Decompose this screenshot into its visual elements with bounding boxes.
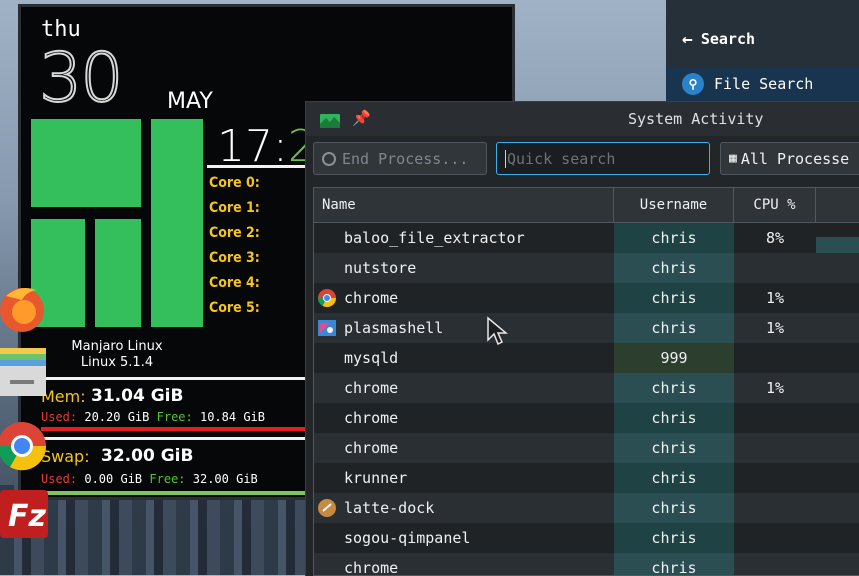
process-row[interactable]: chrome chris 1%: [314, 283, 859, 313]
core-label: Core 1:: [209, 200, 260, 216]
titlebar: 📌 System Activity: [306, 102, 859, 136]
window-title: System Activity: [628, 110, 764, 128]
process-user: chris: [614, 523, 734, 553]
process-user: chris: [614, 493, 734, 523]
process-user: chris: [614, 283, 734, 313]
process-user: 999: [614, 343, 734, 373]
core-label: Core 4:: [209, 275, 260, 291]
process-cpu: [734, 433, 816, 463]
svg-text:Fz: Fz: [8, 499, 46, 534]
process-user: chris: [614, 553, 734, 575]
back-search-row[interactable]: ← Search: [666, 22, 859, 56]
process-row[interactable]: sogou-qimpanel chris: [314, 523, 859, 553]
process-name: chrome: [344, 289, 399, 307]
process-cpu: 1%: [765, 379, 785, 397]
kernel-version: Linux 5.1.4: [80, 355, 154, 370]
process-name: krunner: [344, 469, 408, 487]
process-name: plasmashell: [344, 319, 444, 337]
file-search-icon: ⚲: [682, 73, 704, 95]
process-row[interactable]: chrome chris: [314, 553, 859, 576]
process-row[interactable]: chrome chris 1%: [314, 373, 859, 403]
launcher-panel: ← Search ⚲ File Search: [666, 0, 859, 104]
distro-name: Manjaro Linux: [71, 339, 163, 354]
arrow-left-icon: ←: [682, 28, 693, 50]
process-cpu: 1%: [765, 289, 785, 307]
chrome-icon[interactable]: [0, 420, 48, 472]
process-row[interactable]: chrome chris: [314, 403, 859, 433]
process-cpu: 8%: [765, 229, 785, 247]
process-name: latte-dock: [344, 499, 435, 517]
process-row[interactable]: latte-dock chris: [314, 493, 859, 523]
filezilla-icon[interactable]: Fz: [0, 488, 48, 540]
process-cpu: [734, 403, 816, 433]
files-icon[interactable]: [0, 348, 48, 400]
column-name[interactable]: Name: [314, 188, 614, 222]
process-name: baloo_file_extractor: [344, 229, 525, 247]
process-cpu: [734, 463, 816, 493]
quick-search-input[interactable]: Quick search: [496, 142, 710, 175]
process-row[interactable]: mysqld 999: [314, 343, 859, 373]
pin-icon[interactable]: 📌: [352, 109, 371, 127]
cpu-history-bar: [816, 237, 859, 253]
process-user: chris: [614, 433, 734, 463]
core-label: Core 5:: [209, 300, 260, 316]
process-cpu: [734, 523, 816, 553]
mem-detail: Used: 20.20 GiB Free: 10.84 GiB: [41, 410, 266, 424]
process-row[interactable]: nutstore chris: [314, 253, 859, 283]
process-filter-dropdown[interactable]: ▦ All Processe: [720, 142, 859, 175]
process-name: nutstore: [344, 259, 417, 277]
swap-label: Swap:: [41, 447, 90, 466]
core-label: Core 3:: [209, 250, 260, 266]
chrome-icon: [318, 289, 336, 308]
mouse-cursor-icon: [487, 316, 508, 346]
swap-total: 32.00 GiB: [101, 446, 194, 466]
back-label: Search: [700, 30, 756, 48]
process-user: chris: [614, 313, 734, 343]
end-process-button[interactable]: End Process...: [313, 142, 487, 175]
grid-icon: ▦: [729, 151, 737, 166]
file-search-item[interactable]: ⚲ File Search: [666, 67, 859, 101]
manjaro-logo: [31, 119, 203, 327]
process-user: chris: [614, 403, 734, 433]
process-cpu: [734, 553, 816, 575]
system-activity-window: 📌 System Activity End Process... Quick s…: [305, 101, 859, 576]
process-user: chris: [614, 373, 734, 403]
column-cpu[interactable]: CPU %: [734, 188, 816, 222]
process-name: chrome: [344, 439, 399, 457]
firefox-icon[interactable]: [0, 282, 48, 334]
process-user: chris: [614, 463, 734, 493]
process-cpu: [734, 343, 816, 373]
filter-label: All Processe: [740, 149, 850, 168]
latte-icon: [318, 499, 336, 517]
column-username[interactable]: Username: [614, 188, 734, 222]
date-number: 30: [38, 38, 125, 119]
end-process-icon: [322, 151, 336, 166]
process-cpu: [734, 493, 816, 523]
swap-detail: Used: 0.00 GiB Free: 32.00 GiB: [41, 472, 258, 486]
process-name: chrome: [344, 559, 399, 576]
plasma-icon: [318, 319, 336, 337]
process-row[interactable]: chrome chris: [314, 433, 859, 463]
app-icon: [320, 114, 340, 128]
process-cpu: 1%: [765, 319, 785, 337]
process-user: chris: [614, 223, 734, 253]
table-header: Name Username CPU %: [314, 188, 859, 223]
file-search-label: File Search: [714, 75, 814, 93]
process-name: chrome: [344, 379, 399, 397]
core-label: Core 2:: [209, 225, 260, 241]
month-label: MAY: [167, 89, 213, 114]
end-process-label: End Process...: [342, 149, 469, 168]
mem-total: 31.04 GiB: [91, 386, 184, 406]
process-row[interactable]: plasmashell chris 1%: [314, 313, 859, 343]
process-user: chris: [614, 253, 734, 283]
process-row[interactable]: baloo_file_extractor chris 8%: [314, 223, 859, 253]
core-label: Core 0:: [209, 175, 260, 191]
process-name: mysqld: [344, 349, 399, 367]
process-row[interactable]: krunner chris: [314, 463, 859, 493]
process-name: sogou-qimpanel: [344, 529, 471, 547]
process-name: chrome: [344, 409, 399, 427]
process-table: Name Username CPU % baloo_file_extractor…: [313, 187, 859, 576]
process-cpu: [734, 253, 816, 283]
